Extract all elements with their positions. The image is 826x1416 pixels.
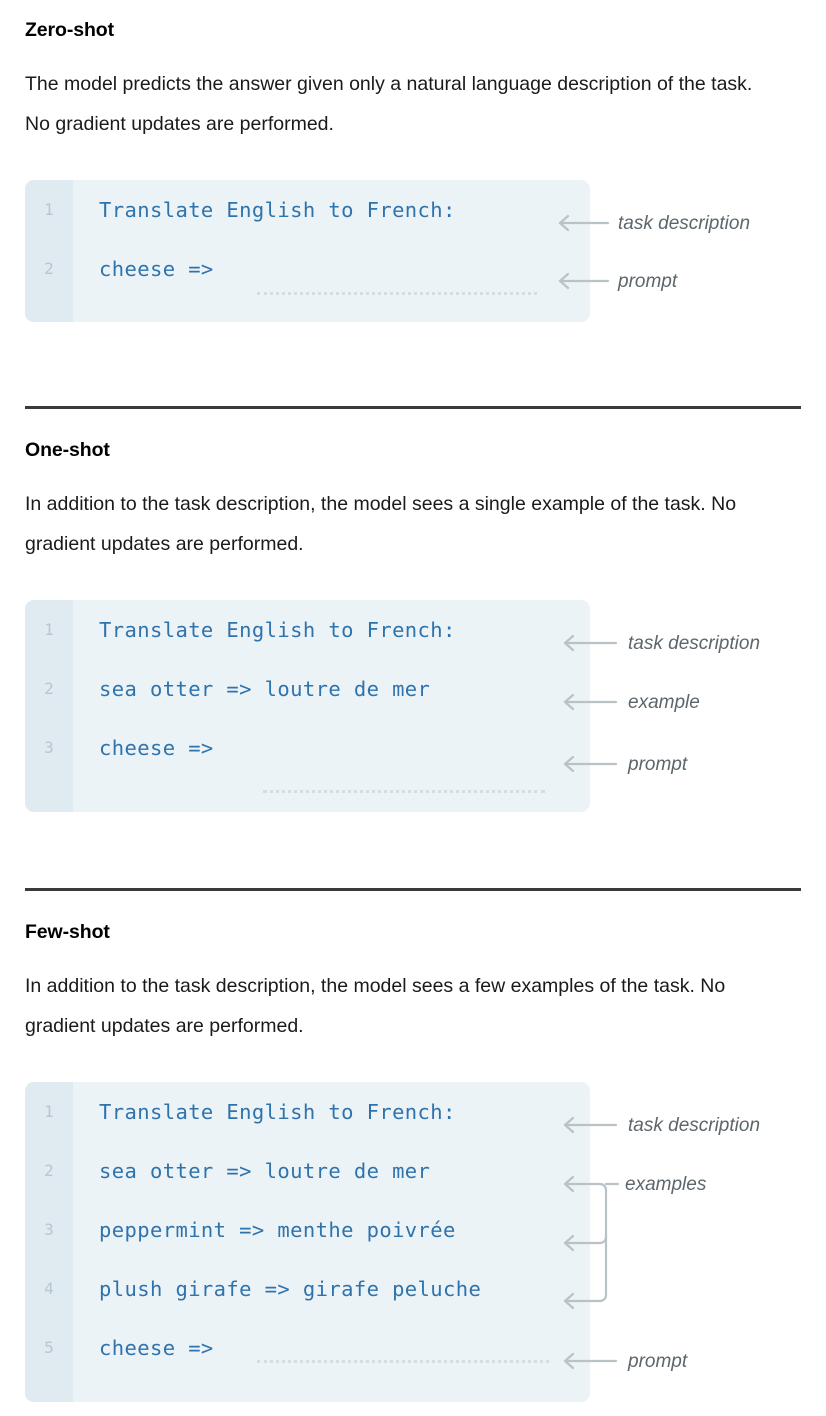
section-description-few-shot: In addition to the task description, the… xyxy=(25,975,726,1037)
code-line-text: cheese => xyxy=(99,735,214,760)
code-line-text: plush girafe => girafe peluche xyxy=(99,1276,482,1301)
code-line: 1 Translate English to French: xyxy=(25,1082,590,1141)
code-line: 3 cheese => xyxy=(25,718,590,777)
code-line: 4 plush girafe => girafe peluche xyxy=(25,1259,590,1318)
code-line-text: cheese => xyxy=(99,1335,214,1360)
code-line-text: cheese => xyxy=(99,256,214,281)
code-line-text: Translate English to French: xyxy=(99,1099,456,1124)
line-number: 3 xyxy=(44,1220,54,1239)
code-line-text: Translate English to French: xyxy=(99,617,456,642)
prompting-modes-figure: Zero-shot The model predicts the answer … xyxy=(0,0,826,1416)
line-number: 5 xyxy=(44,1338,54,1357)
code-line-text: sea otter => loutre de mer xyxy=(99,676,431,701)
section-description-zero-shot: The model predicts the answer given only… xyxy=(25,73,753,135)
annotation-label-one-example: example xyxy=(628,692,700,713)
code-line-text: peppermint => menthe poivrée xyxy=(99,1217,456,1242)
annotation-label-zero-prompt: prompt xyxy=(618,271,678,292)
completion-placeholder-dots xyxy=(257,1360,549,1363)
code-line: 5 cheese => xyxy=(25,1318,590,1377)
annotation-label-few-examples: examples xyxy=(625,1174,707,1195)
code-block-one-shot: 1 Translate English to French: 2 sea ott… xyxy=(25,600,590,812)
line-number: 3 xyxy=(44,738,54,757)
code-line: 2 sea otter => loutre de mer xyxy=(25,1141,590,1200)
code-line: 2 cheese => xyxy=(25,239,590,298)
section-divider xyxy=(25,406,801,409)
line-number: 2 xyxy=(44,1161,54,1180)
code-block-zero-shot: 1 Translate English to French: 2 cheese … xyxy=(25,180,590,322)
code-line: 1 Translate English to French: xyxy=(25,180,590,239)
annotation-label-one-prompt: prompt xyxy=(628,754,688,775)
code-line: 2 sea otter => loutre de mer xyxy=(25,659,590,718)
section-description-one-shot: In addition to the task description, the… xyxy=(25,493,737,555)
code-line-text: Translate English to French: xyxy=(99,197,456,222)
code-lines: 1 Translate English to French: 2 sea ott… xyxy=(25,600,590,777)
line-number: 1 xyxy=(44,200,54,219)
line-number: 2 xyxy=(44,259,54,278)
annotation-label-one-task-description: task description xyxy=(628,633,761,654)
section-title-one-shot: One-shot xyxy=(25,439,110,461)
annotation-label-few-prompt: prompt xyxy=(628,1351,688,1372)
code-lines: 1 Translate English to French: 2 sea ott… xyxy=(25,1082,590,1377)
code-line: 3 peppermint => menthe poivrée xyxy=(25,1200,590,1259)
code-line: 1 Translate English to French: xyxy=(25,600,590,659)
completion-placeholder-dots xyxy=(257,292,537,295)
line-number: 1 xyxy=(44,620,54,639)
section-divider xyxy=(25,888,801,891)
line-number: 1 xyxy=(44,1102,54,1121)
line-number: 4 xyxy=(44,1279,54,1298)
section-title-zero-shot: Zero-shot xyxy=(25,19,115,41)
annotation-label-few-task-description: task description xyxy=(628,1115,761,1136)
section-title-few-shot: Few-shot xyxy=(25,921,110,943)
line-number: 2 xyxy=(44,679,54,698)
completion-placeholder-dots xyxy=(263,790,545,793)
code-block-few-shot: 1 Translate English to French: 2 sea ott… xyxy=(25,1082,590,1402)
code-line-text: sea otter => loutre de mer xyxy=(99,1158,431,1183)
annotation-label-zero-task-description: task description xyxy=(618,213,751,234)
code-lines: 1 Translate English to French: 2 cheese … xyxy=(25,180,590,298)
